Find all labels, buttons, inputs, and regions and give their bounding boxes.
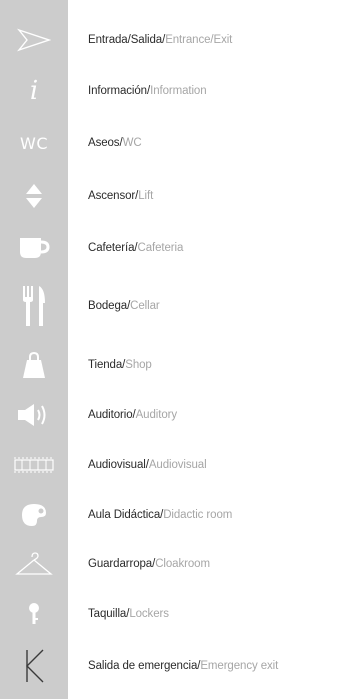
info-icon: i [29,76,39,106]
item-label: Entrada/Salida/Entrance/Exit [88,34,233,46]
list-item-information: i Información/Information [0,73,343,109]
item-label: Taquilla/Lockers [88,608,169,620]
list-item-shop: Tienda/Shop [0,347,343,383]
list-item-didactic-room: Aula Didáctica/Didactic room [0,497,343,533]
item-label: Aula Didáctica/Didactic room [88,509,233,521]
item-label: Cafetería/Cafeteria [88,242,184,254]
list-item-cellar: Bodega/Cellar [0,284,343,328]
lift-icon [2,178,66,214]
list-item-audiovisual: Audiovisual/Audiovisual [0,447,343,483]
entrance-arrow-icon [2,22,66,58]
list-item-entrance: Entrada/Salida/Entrance/Exit [0,22,343,58]
item-label: Bodega/Cellar [88,300,160,312]
item-label: Salida de emergencia/Emergency exit [88,660,279,672]
shopping-bag-icon [2,347,66,383]
item-label: Ascensor/Lift [88,190,154,202]
item-label: Audiovisual/Audiovisual [88,459,207,471]
list-item-lockers: Taquilla/Lockers [0,596,343,632]
emergency-exit-icon [2,646,66,686]
item-label: Guardarropa/Cloakroom [88,558,210,570]
list-item-cloakroom: Guardarropa/Cloakroom [0,546,343,582]
speaker-icon [2,397,66,433]
list-item-auditory: Auditorio/Auditory [0,397,343,433]
palette-icon [2,497,66,533]
list-item-emergency-exit: Salida de emergencia/Emergency exit [0,646,343,686]
item-label: Tienda/Shop [88,359,152,371]
list-item-lift: Ascensor/Lift [0,178,343,214]
wc-icon: WC [20,133,48,153]
list-item-cafeteria: Cafetería/Cafeteria [0,230,343,266]
item-label: Auditorio/Auditory [88,409,177,421]
fork-knife-icon [2,284,66,328]
item-label: Aseos/WC [88,137,142,149]
hanger-icon [2,546,66,582]
item-label: Información/Information [88,85,207,97]
key-icon [2,596,66,632]
list-item-wc: WC Aseos/WC [0,125,343,161]
coffee-cup-icon [2,230,66,266]
film-strip-icon [2,447,66,483]
